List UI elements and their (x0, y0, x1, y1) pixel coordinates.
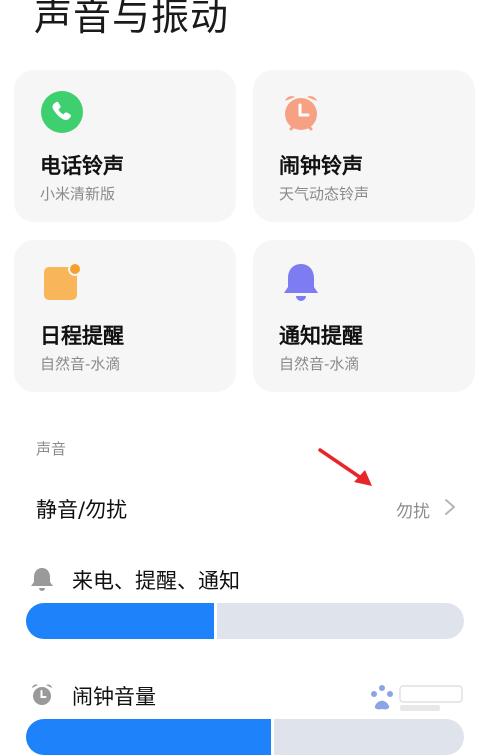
section-label-sound: 声音 (36, 440, 67, 458)
card-alarm-ringtone[interactable]: 闹钟铃声 天气动态铃声 (253, 70, 475, 222)
baidu-watermark-icon (371, 685, 463, 711)
page-title: 声音与振动 (34, 0, 230, 39)
alarm-volume-label: 闹钟音量 (72, 685, 156, 709)
silent-dnd-value: 勿扰 (396, 502, 430, 522)
bell-icon (284, 264, 318, 301)
ring-volume-label: 来电、提醒、通知 (72, 569, 240, 593)
calendar-icon (44, 262, 82, 300)
alarm-volume-slider[interactable] (26, 719, 464, 755)
alarm-clock-icon (285, 96, 317, 131)
alarm-volume-fill (26, 719, 272, 755)
ring-volume-slider[interactable] (26, 603, 464, 639)
bell-icon (31, 568, 53, 591)
ring-volume-header: 来电、提醒、通知 (0, 560, 488, 600)
annotation-arrow-icon (318, 448, 372, 486)
silent-dnd-title: 静音/勿扰 (36, 498, 128, 522)
card-title: 电话铃声 (40, 154, 124, 178)
ring-volume-thumb[interactable] (214, 603, 218, 639)
alarm-clock-icon (32, 684, 52, 705)
card-subtitle: 小米清新版 (40, 185, 116, 203)
phone-icon (41, 91, 83, 133)
card-subtitle: 天气动态铃声 (279, 185, 370, 203)
card-subtitle: 自然音-水滴 (279, 355, 360, 373)
card-title: 闹钟铃声 (279, 154, 363, 178)
card-calendar-reminder[interactable]: 日程提醒 自然音-水滴 (14, 240, 236, 392)
card-subtitle: 自然音-水滴 (40, 355, 121, 373)
card-title: 日程提醒 (40, 324, 124, 348)
chevron-right-icon (445, 499, 455, 515)
card-title: 通知提醒 (279, 324, 363, 348)
card-notification-reminder[interactable]: 通知提醒 自然音-水滴 (253, 240, 475, 392)
alarm-volume-thumb[interactable] (271, 719, 275, 755)
card-phone-ringtone[interactable]: 电话铃声 小米清新版 (14, 70, 236, 222)
silent-dnd-row[interactable]: 静音/勿扰 勿扰 (0, 478, 488, 536)
ring-volume-fill (26, 603, 215, 639)
